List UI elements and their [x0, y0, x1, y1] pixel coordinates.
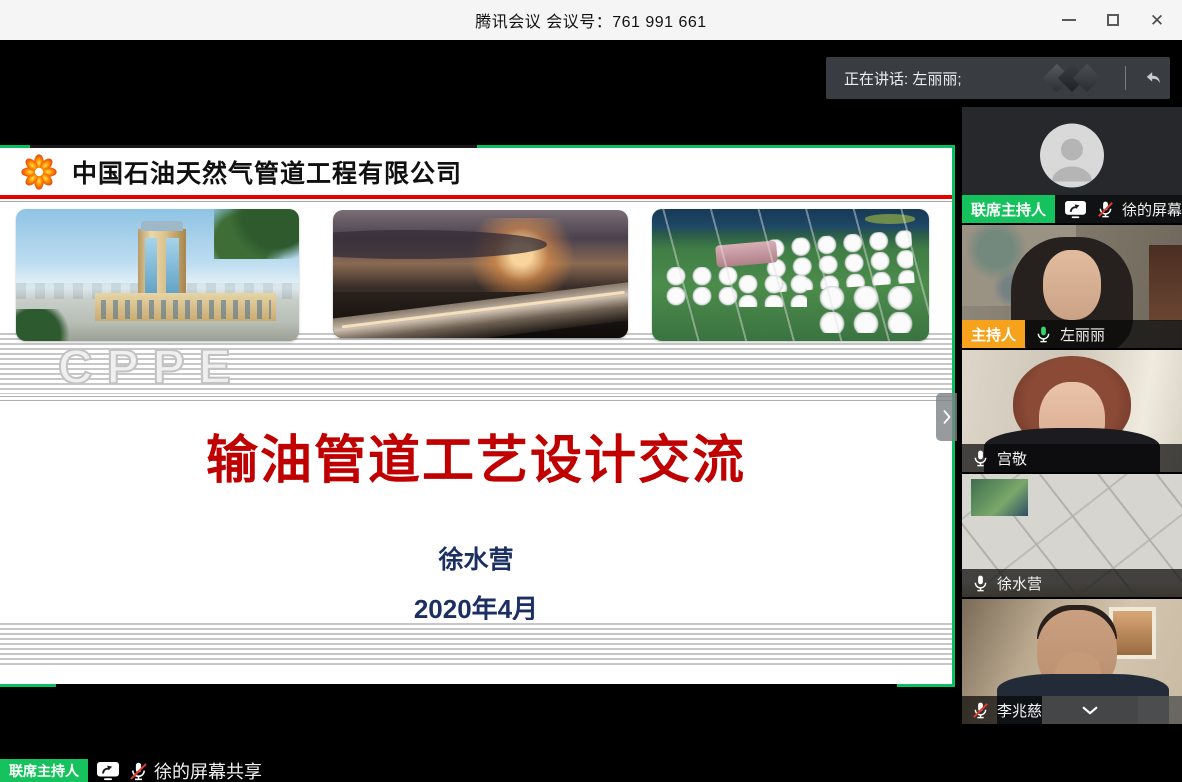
- cppe-watermark: CPPE: [58, 340, 245, 395]
- slide-title: 输油管道工艺设计交流: [0, 418, 952, 493]
- company-name: 中国石油天然气管道工程有限公司: [72, 154, 462, 190]
- share-border-bottom-right: [897, 684, 955, 687]
- toast-divider: [1125, 66, 1126, 90]
- tile-label-bar: 宫敬: [962, 444, 1182, 472]
- avatar: [1040, 124, 1104, 193]
- collapse-bar-segment: [1138, 696, 1182, 724]
- divider-line: [0, 396, 952, 397]
- mic-muted-icon: [128, 761, 149, 782]
- speaking-toast: 正在讲话: 左丽丽;: [826, 57, 1170, 99]
- mic-muted-icon: [1096, 200, 1115, 219]
- slide-author: 徐水营: [0, 540, 952, 576]
- photo-office-building: [16, 209, 299, 341]
- window-title: 腾讯会议 会议号：761 991 661: [475, 8, 706, 32]
- petrochina-logo-icon: [20, 154, 58, 190]
- photo-tank-farm: [652, 209, 929, 341]
- share-border-top-left: [0, 145, 30, 148]
- shared-screen-slide: 中国石油天然气管道工程有限公司 CPPE 输油管道工艺设计交流 徐水营 2020…: [0, 148, 952, 684]
- share-status-label: 徐的屏幕共享: [154, 758, 262, 782]
- video-tile-xushuiying[interactable]: 徐水营: [962, 474, 1182, 597]
- meeting-window: 腾讯会议 会议号：761 991 661 ✕ 正在讲话: 左丽丽;: [0, 0, 1182, 782]
- cohost-badge: 联席主持人: [962, 195, 1055, 223]
- host-badge: 主持人: [962, 320, 1025, 348]
- header-thin-rule: [0, 201, 952, 202]
- tile-label-bar: 主持人 左丽丽: [962, 320, 1182, 348]
- share-status-banner: 联席主持人 徐的屏幕共享: [0, 758, 262, 782]
- mic-active-icon: [1034, 325, 1053, 344]
- collapse-thumbnails-button[interactable]: [1042, 696, 1138, 724]
- photo-pipeline-sunset: [333, 210, 628, 338]
- meeting-logo-icon: [1045, 63, 1109, 93]
- header-red-rule: [0, 195, 952, 199]
- close-icon: ✕: [1150, 12, 1164, 29]
- video-tile-gongjing[interactable]: 宫敬: [962, 350, 1182, 472]
- mic-muted-icon: [971, 701, 990, 720]
- reply-arrow-button[interactable]: [1136, 57, 1170, 99]
- participant-name: 徐的屏幕...: [1122, 199, 1182, 220]
- maximize-icon: [1107, 14, 1119, 26]
- video-tile-lizhaoci[interactable]: 李兆慈: [962, 599, 1182, 724]
- share-border-top-right: [477, 145, 955, 148]
- video-tile-screen-share[interactable]: 联席主持人 徐的屏幕...: [962, 107, 1182, 223]
- screen-share-icon: [96, 761, 120, 781]
- speaking-label: 正在讲话: 左丽丽;: [826, 68, 1045, 89]
- share-border-bottom-left: [0, 684, 56, 687]
- participant-name: 宫敬: [997, 448, 1027, 469]
- close-button[interactable]: ✕: [1142, 5, 1172, 35]
- mic-icon: [971, 449, 990, 468]
- divider-line: [0, 400, 952, 401]
- mic-icon: [971, 574, 990, 593]
- stripe-band-bottom: [0, 620, 952, 667]
- chevron-down-icon: [1081, 705, 1099, 716]
- slide-header-top-border: [30, 145, 477, 148]
- screen-share-icon: [1064, 200, 1087, 219]
- video-tile-zuolili[interactable]: 主持人 左丽丽: [962, 225, 1182, 348]
- tile-label-bar: 徐水营: [962, 569, 1182, 597]
- expand-panel-button[interactable]: [936, 393, 957, 441]
- window-titlebar: 腾讯会议 会议号：761 991 661 ✕: [0, 0, 1182, 40]
- participant-name: 徐水营: [997, 573, 1042, 594]
- participant-name: 左丽丽: [1060, 324, 1105, 345]
- participant-name: 李兆慈: [997, 700, 1042, 721]
- reply-arrow-icon: [1143, 68, 1163, 88]
- tile-label-bar: 联席主持人 徐的屏幕...: [962, 195, 1182, 223]
- cohost-badge: 联席主持人: [0, 759, 88, 782]
- minimize-button[interactable]: [1054, 5, 1084, 35]
- chevron-right-icon: [942, 408, 952, 426]
- minimize-icon: [1062, 19, 1076, 21]
- maximize-button[interactable]: [1098, 5, 1128, 35]
- slide-header: 中国石油天然气管道工程有限公司: [0, 148, 952, 195]
